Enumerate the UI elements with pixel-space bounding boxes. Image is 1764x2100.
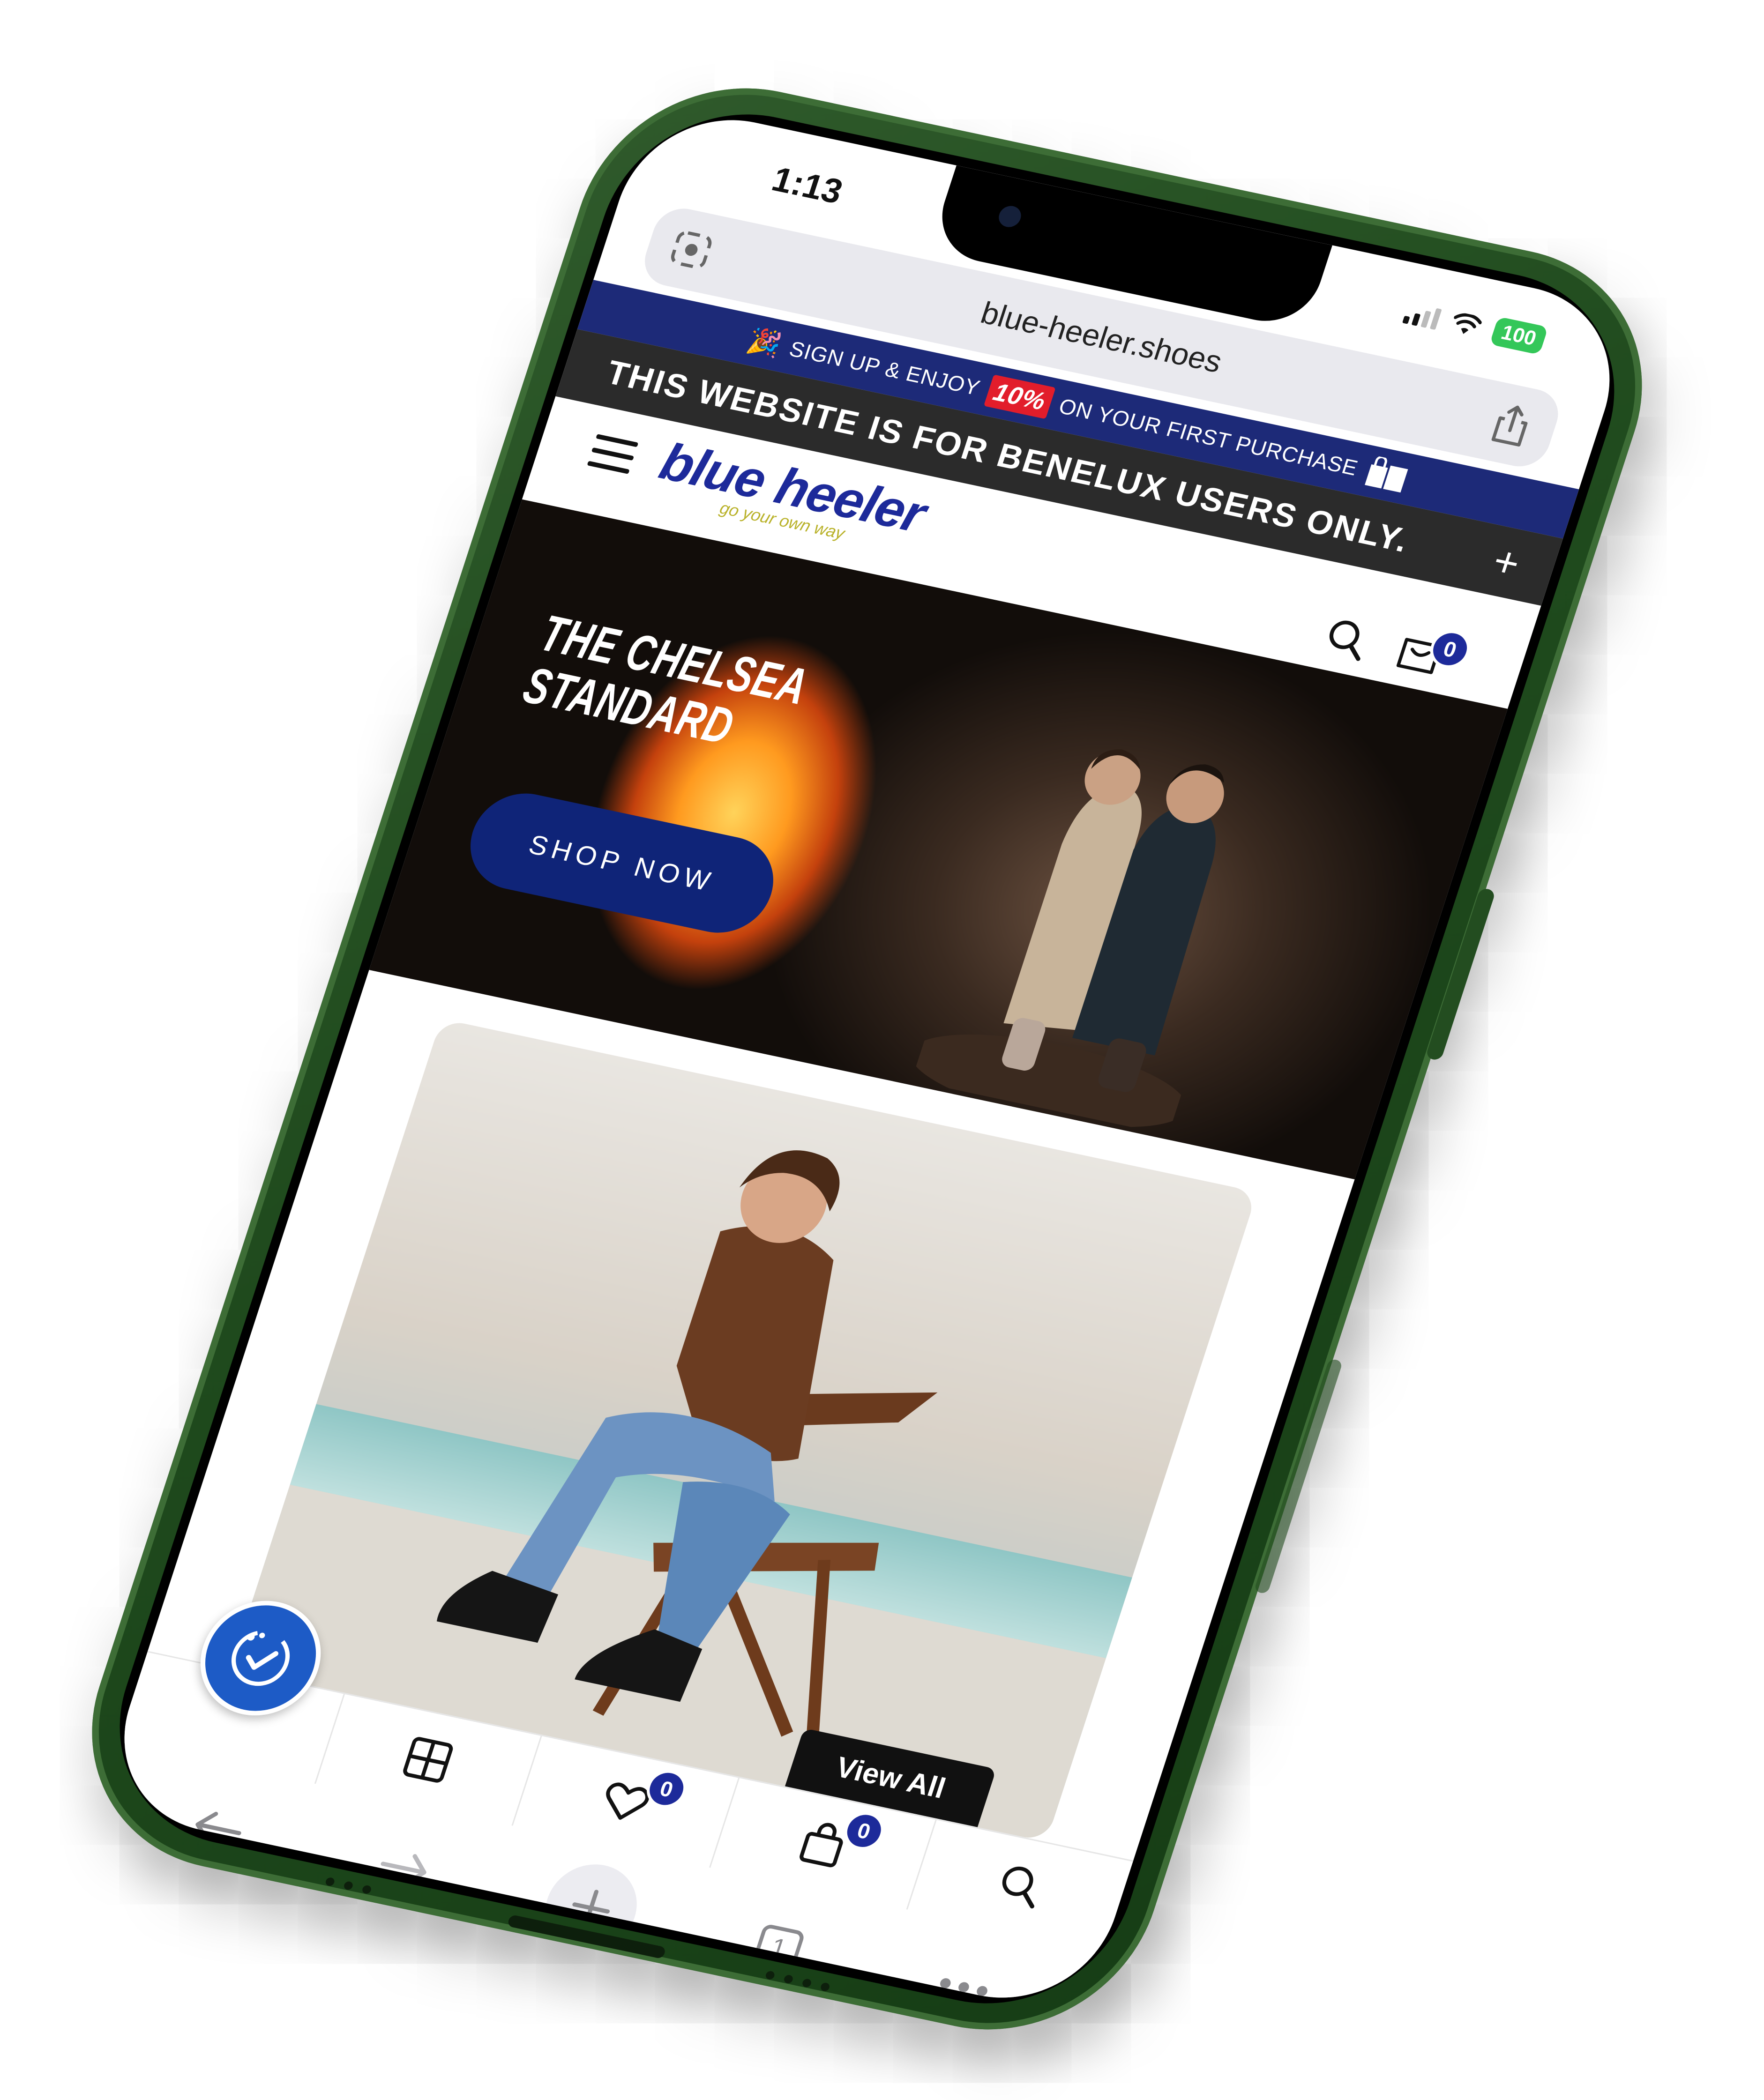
battery-indicator: 100: [1489, 316, 1548, 355]
party-popper-icon: 🎉: [744, 325, 786, 360]
cart-button[interactable]: 0: [1393, 625, 1475, 680]
hero-couple-image: [911, 749, 1224, 1127]
shop-now-button[interactable]: SHOP NOW: [457, 784, 786, 942]
discount-badge: 10%: [983, 374, 1056, 419]
front-camera: [996, 204, 1024, 229]
phone-screen: 1:13 100 blue-heeler.shoes 🎉 SIGN UP & E…: [97, 100, 1637, 2018]
shopping-bags-icon: [1364, 455, 1408, 493]
grid-icon: [403, 1737, 453, 1783]
heart-icon: [606, 1782, 650, 1820]
search-icon[interactable]: [1319, 614, 1374, 663]
status-indicators: 100: [1401, 298, 1548, 355]
status-time: 1:13: [767, 159, 848, 211]
cellular-signal-icon: [1402, 300, 1443, 330]
product-mockup: 1:13 100 blue-heeler.shoes 🎉 SIGN UP & E…: [0, 0, 1764, 2100]
bag-count-badge: 0: [839, 1808, 889, 1854]
search-icon: [1002, 1866, 1035, 1909]
close-notice-icon[interactable]: +: [1487, 537, 1527, 588]
wifi-icon: [1453, 313, 1482, 334]
shopping-bag-icon: [799, 1823, 843, 1868]
hero-title: THE CHELSEA STANDARD: [516, 604, 815, 755]
more-options-button[interactable]: [909, 1938, 1018, 2017]
menu-icon[interactable]: [587, 434, 639, 474]
phone-frame: 1:13 100 blue-heeler.shoes 🎉 SIGN UP & E…: [51, 60, 1683, 2058]
wishlist-count-badge: 0: [642, 1766, 692, 1811]
accessibility-icon: [231, 1630, 290, 1686]
